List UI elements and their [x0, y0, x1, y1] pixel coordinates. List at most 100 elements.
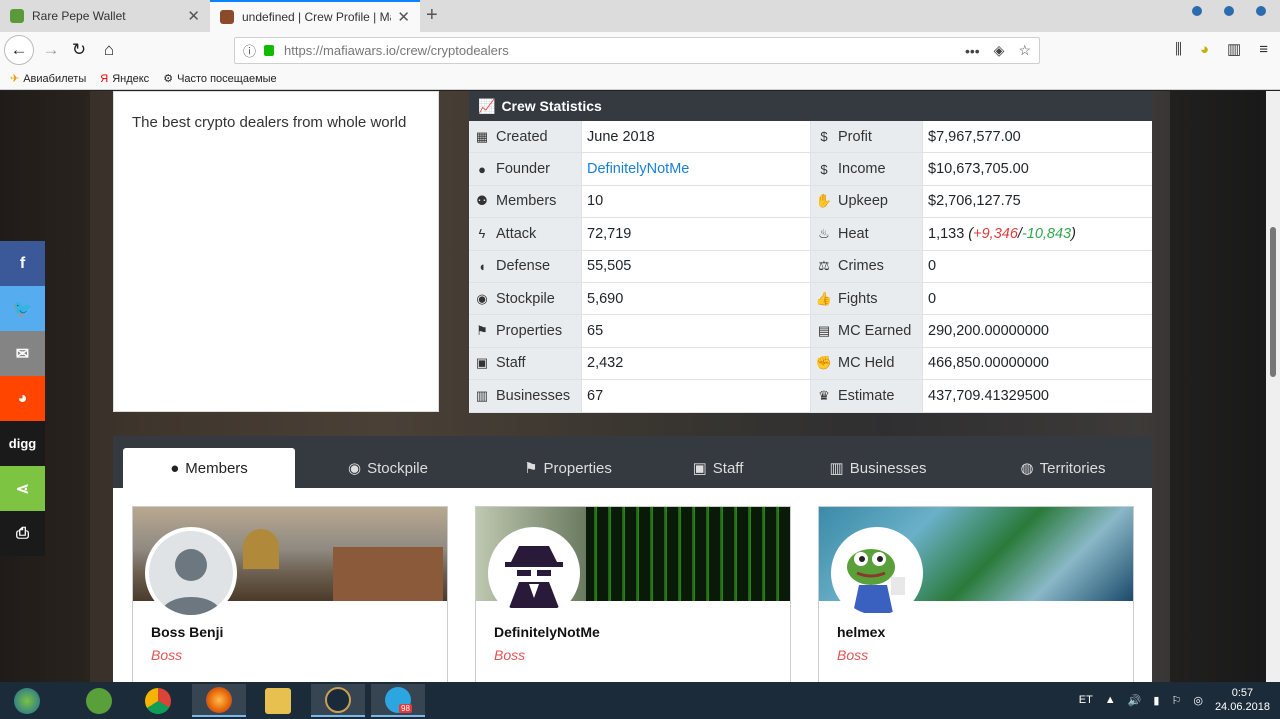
twitter-share-button[interactable]: 🐦 [0, 286, 45, 331]
stat-value-cell: 65 [581, 315, 810, 348]
close-tab-icon[interactable]: ✕ [187, 7, 200, 25]
stat-label-cell: ⚑ Properties [469, 315, 581, 348]
page-actions-icon[interactable]: ••• [965, 43, 980, 59]
fire-icon: ♨ [818, 225, 830, 241]
scrollbar-thumb[interactable] [1270, 227, 1276, 377]
share-button[interactable]: ⋖ [0, 466, 45, 511]
firefox-taskbar-button[interactable] [192, 684, 246, 717]
pocket-icon[interactable]: ◈ [994, 42, 1005, 59]
tab-rare-pepe-wallet[interactable]: Rare Pepe Wallet ✕ [0, 0, 210, 32]
tab-businesses[interactable]: ▥ Businesses [813, 448, 943, 488]
league-of-legends-icon [325, 686, 351, 713]
stat-label: Stockpile [496, 290, 555, 307]
piggy-bank-icon: ◉ [476, 290, 488, 306]
tab-members[interactable]: ● Members [123, 448, 295, 488]
stat-value: 1,133 [928, 225, 965, 242]
stat-value-cell: $2,706,127.75 [922, 185, 1152, 219]
back-button[interactable]: ← [4, 35, 34, 65]
digg-share-button[interactable]: digg [0, 421, 45, 466]
address-bar[interactable]: ⓘ https://mafiawars.io/crew/cryptodealer… [234, 37, 1040, 64]
heat-minus: -10,843 [1021, 225, 1072, 242]
chrome-taskbar-button[interactable] [131, 684, 185, 717]
member-role: Boss [837, 647, 869, 663]
fist-icon: ✊ [815, 355, 833, 371]
crew-description: The best crypto dealers from whole world [132, 114, 407, 131]
stat-value: 0 [928, 290, 937, 307]
thumbs-up-icon: 👍 [815, 290, 833, 306]
print-button[interactable]: ⎙ [0, 511, 45, 556]
tab-territories[interactable]: ◍ Territories [993, 448, 1133, 488]
stat-value: 67 [587, 387, 604, 404]
member-name[interactable]: helmex [837, 624, 885, 640]
stat-value: 10 [587, 193, 604, 210]
page-scrollbar[interactable] [1266, 91, 1280, 682]
explorer-taskbar-button[interactable] [251, 684, 305, 717]
stat-label: Founder [496, 161, 551, 178]
stat-value: 55,505 [587, 258, 632, 275]
sidebar-icon[interactable]: ▥ [1227, 40, 1241, 58]
flag-icon: ⚑ [476, 323, 488, 339]
pepe-icon [847, 549, 905, 613]
tray-expand-icon[interactable]: ▲ [1105, 694, 1116, 706]
clock[interactable]: 0:57 24.06.2018 [1215, 686, 1270, 714]
network-icon[interactable]: ▮ [1153, 694, 1159, 707]
menu-icon[interactable]: ≡ [1259, 41, 1268, 58]
telegram-taskbar-button[interactable]: 98 [371, 684, 425, 717]
stats-header: 📈 Crew Statistics [469, 91, 1152, 121]
stat-value-cell: 466,850.00000000 [922, 347, 1152, 381]
stat-value: $7,967,577.00 [928, 128, 1021, 145]
forward-button[interactable]: → [38, 38, 64, 62]
tab-title: Rare Pepe Wallet [32, 9, 126, 23]
league-taskbar-button[interactable] [311, 684, 365, 717]
volume-icon[interactable]: 🔊 [1128, 694, 1142, 707]
shield-icon: ◖ [478, 258, 486, 274]
bookmark-star-icon[interactable]: ☆ [1018, 42, 1031, 59]
stat-value: $10,673,705.00 [928, 161, 1029, 178]
close-window-button[interactable] [1256, 6, 1266, 16]
tab-properties[interactable]: ⚑ Properties [483, 448, 653, 488]
member-name[interactable]: Boss Benji [151, 624, 223, 640]
bookmark-aviabilety[interactable]: ✈ Авиабилеты [10, 72, 86, 86]
email-share-button[interactable]: ✉ [0, 331, 45, 376]
reddit-share-button[interactable]: ◕ [0, 376, 45, 421]
tab-crew-profile[interactable]: undefined | Crew Profile | Mafia ✕ [210, 0, 420, 32]
maximize-button[interactable] [1224, 6, 1234, 16]
member-card[interactable]: DefinitelyNotMe Boss [475, 506, 791, 682]
utorrent-taskbar-button[interactable] [72, 684, 126, 717]
bookmark-yandex[interactable]: Я Яндекс [100, 73, 149, 85]
stat-value-cell: DefinitelyNotMe [581, 153, 810, 186]
lock-icon[interactable] [264, 45, 275, 56]
bookmark-frequent[interactable]: ⚙ Часто посещаемые [163, 72, 276, 86]
info-icon[interactable]: ⓘ [243, 41, 256, 60]
home-button[interactable]: ⌂ [96, 38, 122, 62]
stat-value-cell: 1,133 (+9,346/-10,843) [922, 218, 1152, 251]
stat-label-cell: $ Profit [810, 121, 922, 154]
members-tab-bar: ● Members ◉ Stockpile ⚑ Properties ▣ Staff ▥… [113, 436, 1152, 488]
flag-tray-icon[interactable]: ⚐ [1171, 694, 1181, 707]
extension-icon[interactable]: ◕ [1200, 41, 1209, 58]
start-button[interactable] [0, 684, 54, 717]
reload-button[interactable]: ↻ [66, 38, 92, 62]
member-name[interactable]: DefinitelyNotMe [494, 624, 600, 640]
members-section: ● Members ◉ Stockpile ⚑ Properties ▣ Staff ▥… [113, 436, 1152, 682]
member-card[interactable]: helmex Boss [818, 506, 1134, 682]
avatar [831, 527, 923, 619]
steam-icon[interactable]: ◎ [1193, 694, 1203, 707]
library-icon[interactable]: ⫼ [1175, 41, 1182, 58]
founder-link[interactable]: DefinitelyNotMe [587, 161, 689, 177]
tab-stockpile[interactable]: ◉ Stockpile [313, 448, 463, 488]
briefcase-icon: ▤ [817, 323, 831, 339]
twitter-icon: 🐦 [12, 300, 33, 318]
stat-label: Members [496, 193, 557, 210]
tab-staff[interactable]: ▣ Staff [668, 448, 768, 488]
stat-value-cell: 55,505 [581, 250, 810, 283]
yandex-icon: Я [100, 72, 109, 85]
facebook-share-button[interactable]: f [0, 241, 45, 286]
close-tab-icon[interactable]: ✕ [397, 8, 410, 26]
new-tab-button[interactable]: + [426, 4, 438, 27]
url-text[interactable]: https://mafiawars.io/crew/cryptodealers [284, 43, 951, 58]
member-card[interactable]: Boss Benji Boss [132, 506, 448, 682]
minimize-button[interactable] [1192, 6, 1202, 16]
stat-value: 72,719 [587, 225, 632, 242]
language-indicator[interactable]: ET [1079, 694, 1093, 706]
